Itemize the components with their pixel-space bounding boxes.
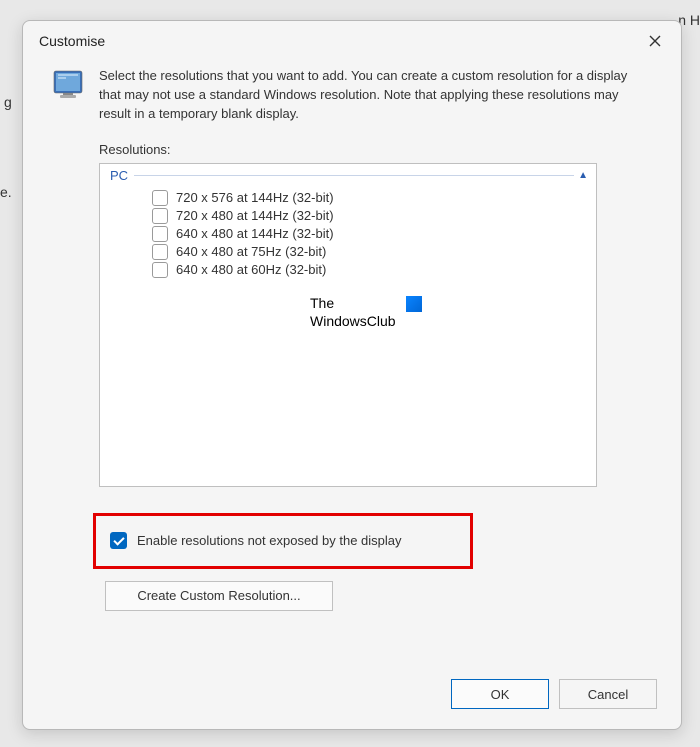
dialog-content: Select the resolutions that you want to … <box>23 61 681 611</box>
resolution-label: 640 x 480 at 75Hz (32-bit) <box>176 244 326 259</box>
cancel-button[interactable]: Cancel <box>559 679 657 709</box>
watermark: The WindowsClub <box>310 294 422 330</box>
resolution-checkbox[interactable] <box>152 190 168 206</box>
background-text: g <box>4 94 12 110</box>
intro-row: Select the resolutions that you want to … <box>53 67 651 124</box>
close-button[interactable] <box>643 29 667 53</box>
highlight-annotation: Enable resolutions not exposed by the di… <box>93 513 473 569</box>
resolution-checkbox[interactable] <box>152 208 168 224</box>
group-divider <box>134 175 574 176</box>
watermark-logo-icon <box>406 296 422 312</box>
resolutions-listbox[interactable]: PC ▲ 720 x 576 at 144Hz (32-bit) 720 x 4… <box>99 163 597 487</box>
dialog-title: Customise <box>39 33 105 49</box>
create-custom-resolution-button[interactable]: Create Custom Resolution... <box>105 581 333 611</box>
resolution-item[interactable]: 640 x 480 at 144Hz (32-bit) <box>152 225 596 243</box>
group-label: PC <box>110 168 134 183</box>
resolution-checkbox[interactable] <box>152 244 168 260</box>
resolution-label: 720 x 480 at 144Hz (32-bit) <box>176 208 334 223</box>
dialog-button-row: OK Cancel <box>451 679 657 709</box>
close-icon <box>649 35 661 47</box>
ok-button[interactable]: OK <box>451 679 549 709</box>
resolution-label: 640 x 480 at 144Hz (32-bit) <box>176 226 334 241</box>
resolution-item[interactable]: 720 x 576 at 144Hz (32-bit) <box>152 189 596 207</box>
resolution-checkbox[interactable] <box>152 226 168 242</box>
resolution-label: 640 x 480 at 60Hz (32-bit) <box>176 262 326 277</box>
resolution-label: 720 x 576 at 144Hz (32-bit) <box>176 190 334 205</box>
enable-resolutions-checkbox[interactable] <box>110 532 127 549</box>
resolution-item[interactable]: 640 x 480 at 60Hz (32-bit) <box>152 261 596 279</box>
resolution-list: 720 x 576 at 144Hz (32-bit) 720 x 480 at… <box>100 187 596 279</box>
background-text: e. <box>0 184 12 200</box>
collapse-icon: ▲ <box>578 170 588 181</box>
enable-resolutions-label: Enable resolutions not exposed by the di… <box>137 533 402 548</box>
watermark-line: WindowsClub <box>310 312 400 330</box>
resolution-checkbox[interactable] <box>152 262 168 278</box>
intro-text: Select the resolutions that you want to … <box>99 67 651 124</box>
monitor-icon <box>53 69 87 103</box>
resolution-item[interactable]: 720 x 480 at 144Hz (32-bit) <box>152 207 596 225</box>
titlebar: Customise <box>23 21 681 61</box>
resolution-item[interactable]: 640 x 480 at 75Hz (32-bit) <box>152 243 596 261</box>
watermark-line: The <box>310 294 400 312</box>
customise-dialog: Customise Select the resolutions that yo… <box>22 20 682 730</box>
resolutions-label: Resolutions: <box>99 142 651 157</box>
group-header-pc[interactable]: PC ▲ <box>100 164 596 187</box>
